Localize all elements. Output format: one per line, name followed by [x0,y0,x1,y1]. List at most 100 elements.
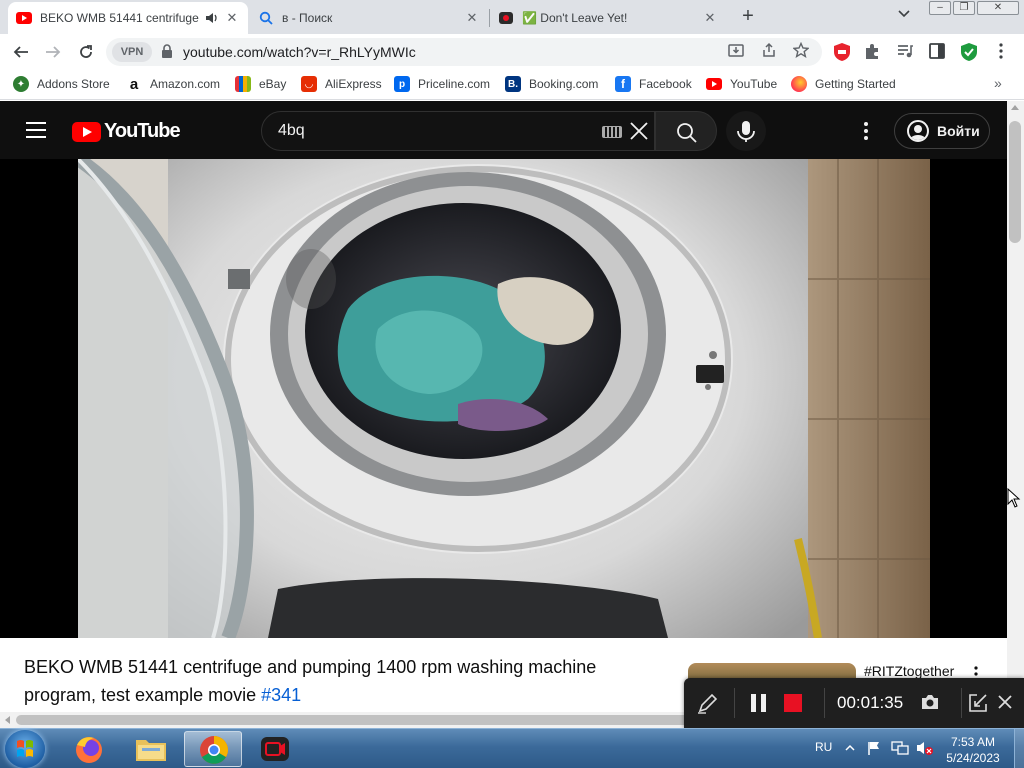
security-shield-check-icon[interactable] [960,42,980,62]
bookmark-star-icon[interactable] [791,41,811,62]
scrollbar-thumb[interactable] [1009,121,1021,243]
browser-toolbar: VPN youtube.com/watch?v=r_RhLYyMWIc [0,34,1024,70]
url-text[interactable]: youtube.com/watch?v=r_RhLYyMWIc [183,44,416,60]
search-icon [258,10,274,26]
youtube-play-logo-icon [72,121,101,142]
close-tab-icon[interactable]: ✕ [464,10,480,26]
video-player[interactable] [0,159,1007,638]
bookmark-amazon[interactable]: a Amazon.com [126,76,221,93]
side-panel-icon[interactable] [928,42,948,62]
network-icon[interactable] [891,740,909,759]
minimize-window-button[interactable]: – [929,1,951,15]
tray-show-hidden-icon[interactable] [845,742,855,756]
action-center-flag-icon[interactable] [866,740,882,759]
youtube-page: YouTube 4bq Войти BEKO WMB 51441 centrif… [0,101,1007,714]
edit-screenshot-icon[interactable] [968,693,988,716]
bookmark-priceline[interactable]: p Priceline.com [394,76,490,92]
scroll-left-arrow-icon[interactable] [5,716,10,724]
scroll-up-arrow-icon[interactable] [1011,105,1019,110]
chrome-icon [200,736,228,764]
bookmark-label: Addons Store [37,77,110,91]
bookmark-addons-store[interactable]: ✦ Addons Store [13,76,110,92]
search-input[interactable]: 4bq [278,122,305,140]
pause-icon[interactable] [750,693,768,716]
video-frame[interactable] [78,159,930,638]
camera-icon[interactable] [920,693,940,714]
youtube-logo[interactable]: YouTube [72,120,181,143]
bookmark-ebay[interactable]: eBay [235,76,286,92]
system-clock[interactable]: 7:53 AM 5/24/2023 [940,734,1006,766]
hamburger-menu-icon[interactable] [26,122,46,138]
close-window-button[interactable]: ✕ [977,1,1019,15]
taskbar-firefox[interactable] [60,731,118,767]
start-button[interactable] [5,730,45,768]
mouse-cursor-icon [1007,488,1021,508]
taskbar-chrome[interactable] [184,731,242,767]
bookmark-youtube[interactable]: YouTube [706,76,777,92]
browser-menu-icon[interactable] [992,42,1012,62]
bookmark-facebook[interactable]: f Facebook [615,76,692,92]
bookmark-booking[interactable]: B. Booking.com [505,76,598,92]
taskbar-file-explorer[interactable] [122,731,180,767]
youtube-icon [16,10,32,26]
more-bookmarks-icon[interactable]: » [994,75,1002,91]
pen-draw-icon[interactable] [696,691,720,718]
language-indicator[interactable]: RU [815,740,832,754]
bookmark-aliexpress[interactable]: ◡ AliExpress [301,76,382,92]
sign-in-button[interactable]: Войти [894,113,990,149]
restore-window-button[interactable]: ❐ [953,1,975,15]
clock-date: 5/24/2023 [946,751,1000,765]
search-button[interactable] [655,111,717,151]
settings-dots-icon[interactable] [856,119,876,143]
adblock-shield-icon[interactable] [833,42,853,62]
recommended-video-title[interactable]: #RITZtogether [864,663,954,679]
address-bar[interactable]: VPN youtube.com/watch?v=r_RhLYyMWIc [106,38,822,66]
lock-icon[interactable] [161,44,173,58]
media-playlist-icon[interactable] [896,42,916,62]
separator [734,688,735,718]
bookmark-label: eBay [259,77,287,91]
tab-youtube-video[interactable]: BEKO WMB 51441 centrifuge ✕ [8,2,248,34]
recording-timer: 00:01:35 [837,693,904,712]
aliexpress-icon: ◡ [301,76,317,92]
sign-in-label: Войти [937,123,980,139]
recorder-app-icon [498,10,514,26]
keyboard-icon[interactable] [602,126,622,138]
share-icon[interactable] [759,42,779,62]
new-tab-button[interactable]: + [736,5,760,29]
scrollbar-thumb[interactable] [16,715,692,725]
clear-search-icon[interactable] [628,120,650,142]
audio-playing-icon[interactable] [204,10,220,26]
voice-search-button[interactable] [726,111,766,151]
forward-arrow-icon[interactable] [41,40,65,64]
screen-recorder-toolbar: 00:01:35 [684,678,1024,728]
tab-title: BEKO WMB 51441 centrifuge [40,11,199,25]
stop-record-icon[interactable] [783,693,803,716]
video-hashtag-link[interactable]: #341 [261,685,301,705]
chevron-down-icon[interactable] [894,7,914,27]
bookmark-label: Amazon.com [150,77,221,91]
bookmark-label: Booking.com [529,77,599,91]
taskbar-screen-recorder[interactable] [246,731,304,767]
back-arrow-icon[interactable] [9,40,33,64]
vpn-badge[interactable]: VPN [112,42,152,62]
bookmarks-bar: ✦ Addons Store a Amazon.com eBay ◡ AliEx… [0,70,1024,100]
recorder-app-icon [261,737,289,761]
reload-icon[interactable] [74,40,98,64]
install-app-icon[interactable] [726,42,746,62]
close-tab-icon[interactable]: ✕ [224,10,240,26]
vertical-scrollbar[interactable] [1007,101,1024,714]
search-box[interactable]: 4bq [261,111,655,151]
tab-dont-leave[interactable]: ✅ Don't Leave Yet! ✕ [490,2,726,34]
tab-search[interactable]: в - Поиск ✕ [250,2,488,34]
youtube-icon [706,76,722,92]
volume-muted-icon[interactable] [916,740,934,759]
extensions-puzzle-icon[interactable] [864,42,884,62]
close-recorder-icon[interactable] [997,694,1013,713]
bookmark-label: Priceline.com [418,77,491,91]
close-tab-icon[interactable]: ✕ [702,10,718,26]
separator [824,688,825,718]
video-title: BEKO WMB 51441 centrifuge and pumping 14… [24,653,664,709]
show-desktop-button[interactable] [1014,729,1024,768]
bookmark-getting-started[interactable]: Getting Started [791,76,896,92]
